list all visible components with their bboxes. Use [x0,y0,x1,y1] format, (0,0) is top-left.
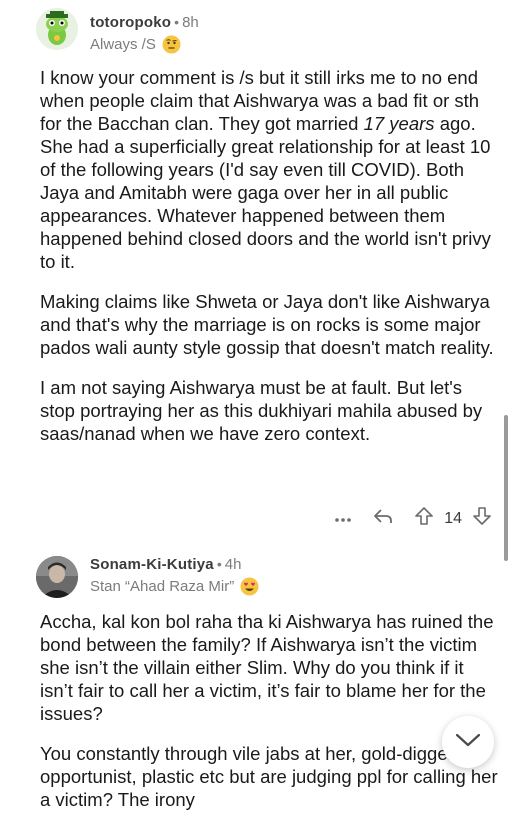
comment-body: I know your comment is /s but it still i… [40,66,500,462]
raised-eyebrow-emoji-icon [162,35,181,54]
paragraph: Accha, kal kon bol raha tha ki Aishwarya… [40,611,494,724]
separator-dot: • [216,556,222,572]
username[interactable]: totoropoko [90,14,171,31]
upvote-icon[interactable] [414,506,434,531]
timestamp: 8h [182,14,199,31]
comment-meta: Sonam-Ki-Kutiya • 4h Stan “Ahad Raza Mir” [90,556,259,596]
downvote-icon[interactable] [472,506,492,531]
avatar[interactable] [36,8,78,50]
comment-actions: 14 [334,506,492,531]
timestamp: 4h [224,556,242,573]
vote-score: 14 [444,509,462,527]
avatar[interactable] [36,556,78,598]
collapse-button[interactable] [442,716,494,768]
chevron-down-icon [455,732,481,753]
separator-dot: • [174,14,180,30]
heart-eyes-emoji-icon [240,577,259,596]
comment-meta: totoropoko • 8h Always /S [90,14,199,54]
scrollbar[interactable] [504,415,508,561]
reply-icon[interactable] [372,507,394,530]
paragraph: Making claims like Shweta or Jaya don't … [40,291,494,358]
user-flair: Stan “Ahad Raza Mir” [90,577,259,596]
snoo-avatar-icon [36,8,78,50]
paragraph: You constantly through vile jabs at her,… [40,743,498,810]
more-options-icon[interactable] [334,510,352,528]
paragraph: I know your comment is /s but it still i… [40,67,491,272]
flair-text: Always /S [90,36,156,53]
user-photo-icon [36,556,78,598]
paragraph: I am not saying Aishwarya must be at fau… [40,377,483,444]
user-flair: Always /S [90,35,199,54]
comment-body: Accha, kal kon bol raha tha ki Aishwarya… [40,610,500,828]
flair-text: Stan “Ahad Raza Mir” [90,578,235,595]
username[interactable]: Sonam-Ki-Kutiya [90,556,214,573]
